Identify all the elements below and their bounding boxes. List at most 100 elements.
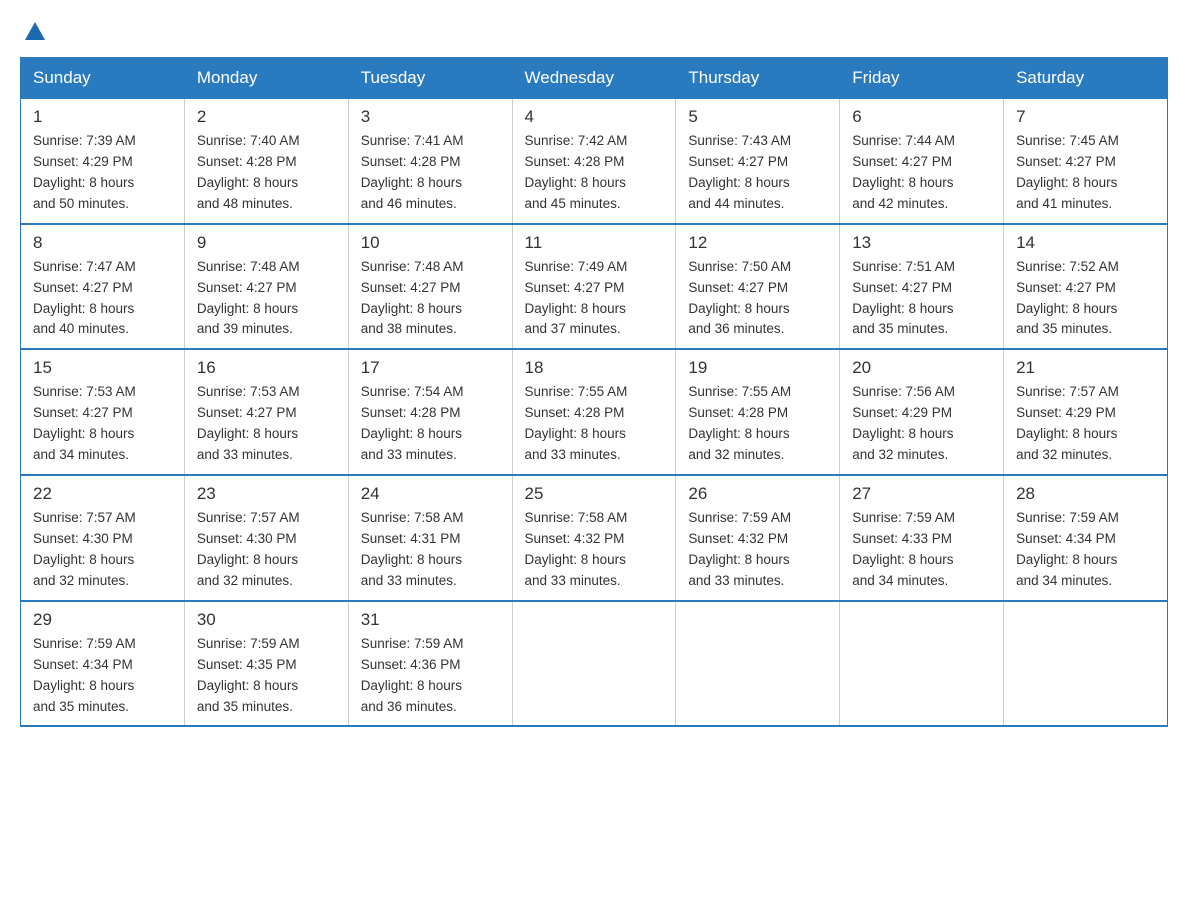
day-number: 14 bbox=[1016, 233, 1155, 253]
day-info: Sunrise: 7:57 AM Sunset: 4:29 PM Dayligh… bbox=[1016, 382, 1155, 466]
weekday-header-row: SundayMondayTuesdayWednesdayThursdayFrid… bbox=[21, 58, 1168, 99]
weekday-header-sunday: Sunday bbox=[21, 58, 185, 99]
calendar-day-cell: 1 Sunrise: 7:39 AM Sunset: 4:29 PM Dayli… bbox=[21, 99, 185, 224]
calendar-day-cell: 16 Sunrise: 7:53 AM Sunset: 4:27 PM Dayl… bbox=[184, 349, 348, 475]
day-number: 19 bbox=[688, 358, 827, 378]
day-number: 8 bbox=[33, 233, 172, 253]
day-number: 3 bbox=[361, 107, 500, 127]
weekday-header-friday: Friday bbox=[840, 58, 1004, 99]
day-info: Sunrise: 7:45 AM Sunset: 4:27 PM Dayligh… bbox=[1016, 131, 1155, 215]
day-info: Sunrise: 7:48 AM Sunset: 4:27 PM Dayligh… bbox=[361, 257, 500, 341]
day-number: 24 bbox=[361, 484, 500, 504]
page-header bbox=[20, 20, 1168, 47]
day-number: 4 bbox=[525, 107, 664, 127]
calendar-day-cell bbox=[840, 601, 1004, 727]
day-number: 29 bbox=[33, 610, 172, 630]
calendar-day-cell: 5 Sunrise: 7:43 AM Sunset: 4:27 PM Dayli… bbox=[676, 99, 840, 224]
day-info: Sunrise: 7:50 AM Sunset: 4:27 PM Dayligh… bbox=[688, 257, 827, 341]
day-number: 21 bbox=[1016, 358, 1155, 378]
day-info: Sunrise: 7:40 AM Sunset: 4:28 PM Dayligh… bbox=[197, 131, 336, 215]
calendar-day-cell: 3 Sunrise: 7:41 AM Sunset: 4:28 PM Dayli… bbox=[348, 99, 512, 224]
calendar-day-cell: 28 Sunrise: 7:59 AM Sunset: 4:34 PM Dayl… bbox=[1004, 475, 1168, 601]
day-number: 13 bbox=[852, 233, 991, 253]
calendar-day-cell: 22 Sunrise: 7:57 AM Sunset: 4:30 PM Dayl… bbox=[21, 475, 185, 601]
day-number: 23 bbox=[197, 484, 336, 504]
calendar-week-row: 22 Sunrise: 7:57 AM Sunset: 4:30 PM Dayl… bbox=[21, 475, 1168, 601]
day-info: Sunrise: 7:58 AM Sunset: 4:31 PM Dayligh… bbox=[361, 508, 500, 592]
day-info: Sunrise: 7:59 AM Sunset: 4:34 PM Dayligh… bbox=[1016, 508, 1155, 592]
day-number: 1 bbox=[33, 107, 172, 127]
day-info: Sunrise: 7:41 AM Sunset: 4:28 PM Dayligh… bbox=[361, 131, 500, 215]
weekday-header-saturday: Saturday bbox=[1004, 58, 1168, 99]
day-info: Sunrise: 7:42 AM Sunset: 4:28 PM Dayligh… bbox=[525, 131, 664, 215]
day-number: 22 bbox=[33, 484, 172, 504]
calendar-day-cell bbox=[676, 601, 840, 727]
day-info: Sunrise: 7:57 AM Sunset: 4:30 PM Dayligh… bbox=[33, 508, 172, 592]
day-number: 26 bbox=[688, 484, 827, 504]
calendar-day-cell: 17 Sunrise: 7:54 AM Sunset: 4:28 PM Dayl… bbox=[348, 349, 512, 475]
day-info: Sunrise: 7:59 AM Sunset: 4:32 PM Dayligh… bbox=[688, 508, 827, 592]
calendar-table: SundayMondayTuesdayWednesdayThursdayFrid… bbox=[20, 57, 1168, 727]
day-number: 5 bbox=[688, 107, 827, 127]
weekday-header-thursday: Thursday bbox=[676, 58, 840, 99]
day-info: Sunrise: 7:55 AM Sunset: 4:28 PM Dayligh… bbox=[688, 382, 827, 466]
calendar-day-cell: 21 Sunrise: 7:57 AM Sunset: 4:29 PM Dayl… bbox=[1004, 349, 1168, 475]
day-number: 31 bbox=[361, 610, 500, 630]
calendar-day-cell: 13 Sunrise: 7:51 AM Sunset: 4:27 PM Dayl… bbox=[840, 224, 1004, 350]
calendar-day-cell: 24 Sunrise: 7:58 AM Sunset: 4:31 PM Dayl… bbox=[348, 475, 512, 601]
day-number: 11 bbox=[525, 233, 664, 253]
day-number: 12 bbox=[688, 233, 827, 253]
weekday-header-tuesday: Tuesday bbox=[348, 58, 512, 99]
day-number: 17 bbox=[361, 358, 500, 378]
calendar-day-cell bbox=[512, 601, 676, 727]
logo-triangle-icon bbox=[24, 20, 46, 42]
day-info: Sunrise: 7:58 AM Sunset: 4:32 PM Dayligh… bbox=[525, 508, 664, 592]
day-info: Sunrise: 7:57 AM Sunset: 4:30 PM Dayligh… bbox=[197, 508, 336, 592]
calendar-day-cell: 6 Sunrise: 7:44 AM Sunset: 4:27 PM Dayli… bbox=[840, 99, 1004, 224]
day-number: 2 bbox=[197, 107, 336, 127]
logo bbox=[20, 20, 46, 47]
day-number: 18 bbox=[525, 358, 664, 378]
calendar-day-cell bbox=[1004, 601, 1168, 727]
calendar-week-row: 29 Sunrise: 7:59 AM Sunset: 4:34 PM Dayl… bbox=[21, 601, 1168, 727]
day-info: Sunrise: 7:59 AM Sunset: 4:36 PM Dayligh… bbox=[361, 634, 500, 718]
calendar-day-cell: 4 Sunrise: 7:42 AM Sunset: 4:28 PM Dayli… bbox=[512, 99, 676, 224]
day-number: 10 bbox=[361, 233, 500, 253]
calendar-day-cell: 9 Sunrise: 7:48 AM Sunset: 4:27 PM Dayli… bbox=[184, 224, 348, 350]
day-info: Sunrise: 7:39 AM Sunset: 4:29 PM Dayligh… bbox=[33, 131, 172, 215]
calendar-day-cell: 10 Sunrise: 7:48 AM Sunset: 4:27 PM Dayl… bbox=[348, 224, 512, 350]
day-info: Sunrise: 7:47 AM Sunset: 4:27 PM Dayligh… bbox=[33, 257, 172, 341]
calendar-day-cell: 18 Sunrise: 7:55 AM Sunset: 4:28 PM Dayl… bbox=[512, 349, 676, 475]
day-info: Sunrise: 7:48 AM Sunset: 4:27 PM Dayligh… bbox=[197, 257, 336, 341]
calendar-day-cell: 26 Sunrise: 7:59 AM Sunset: 4:32 PM Dayl… bbox=[676, 475, 840, 601]
day-number: 9 bbox=[197, 233, 336, 253]
day-info: Sunrise: 7:59 AM Sunset: 4:33 PM Dayligh… bbox=[852, 508, 991, 592]
day-number: 27 bbox=[852, 484, 991, 504]
calendar-day-cell: 23 Sunrise: 7:57 AM Sunset: 4:30 PM Dayl… bbox=[184, 475, 348, 601]
calendar-day-cell: 12 Sunrise: 7:50 AM Sunset: 4:27 PM Dayl… bbox=[676, 224, 840, 350]
day-info: Sunrise: 7:53 AM Sunset: 4:27 PM Dayligh… bbox=[197, 382, 336, 466]
day-number: 28 bbox=[1016, 484, 1155, 504]
day-info: Sunrise: 7:51 AM Sunset: 4:27 PM Dayligh… bbox=[852, 257, 991, 341]
calendar-day-cell: 27 Sunrise: 7:59 AM Sunset: 4:33 PM Dayl… bbox=[840, 475, 1004, 601]
day-number: 15 bbox=[33, 358, 172, 378]
calendar-week-row: 15 Sunrise: 7:53 AM Sunset: 4:27 PM Dayl… bbox=[21, 349, 1168, 475]
calendar-day-cell: 8 Sunrise: 7:47 AM Sunset: 4:27 PM Dayli… bbox=[21, 224, 185, 350]
weekday-header-monday: Monday bbox=[184, 58, 348, 99]
calendar-day-cell: 20 Sunrise: 7:56 AM Sunset: 4:29 PM Dayl… bbox=[840, 349, 1004, 475]
calendar-day-cell: 7 Sunrise: 7:45 AM Sunset: 4:27 PM Dayli… bbox=[1004, 99, 1168, 224]
day-number: 30 bbox=[197, 610, 336, 630]
calendar-day-cell: 29 Sunrise: 7:59 AM Sunset: 4:34 PM Dayl… bbox=[21, 601, 185, 727]
day-info: Sunrise: 7:49 AM Sunset: 4:27 PM Dayligh… bbox=[525, 257, 664, 341]
calendar-day-cell: 30 Sunrise: 7:59 AM Sunset: 4:35 PM Dayl… bbox=[184, 601, 348, 727]
day-info: Sunrise: 7:55 AM Sunset: 4:28 PM Dayligh… bbox=[525, 382, 664, 466]
day-number: 16 bbox=[197, 358, 336, 378]
day-info: Sunrise: 7:44 AM Sunset: 4:27 PM Dayligh… bbox=[852, 131, 991, 215]
day-number: 7 bbox=[1016, 107, 1155, 127]
calendar-day-cell: 31 Sunrise: 7:59 AM Sunset: 4:36 PM Dayl… bbox=[348, 601, 512, 727]
calendar-day-cell: 19 Sunrise: 7:55 AM Sunset: 4:28 PM Dayl… bbox=[676, 349, 840, 475]
day-info: Sunrise: 7:59 AM Sunset: 4:34 PM Dayligh… bbox=[33, 634, 172, 718]
day-info: Sunrise: 7:53 AM Sunset: 4:27 PM Dayligh… bbox=[33, 382, 172, 466]
day-number: 25 bbox=[525, 484, 664, 504]
calendar-day-cell: 25 Sunrise: 7:58 AM Sunset: 4:32 PM Dayl… bbox=[512, 475, 676, 601]
